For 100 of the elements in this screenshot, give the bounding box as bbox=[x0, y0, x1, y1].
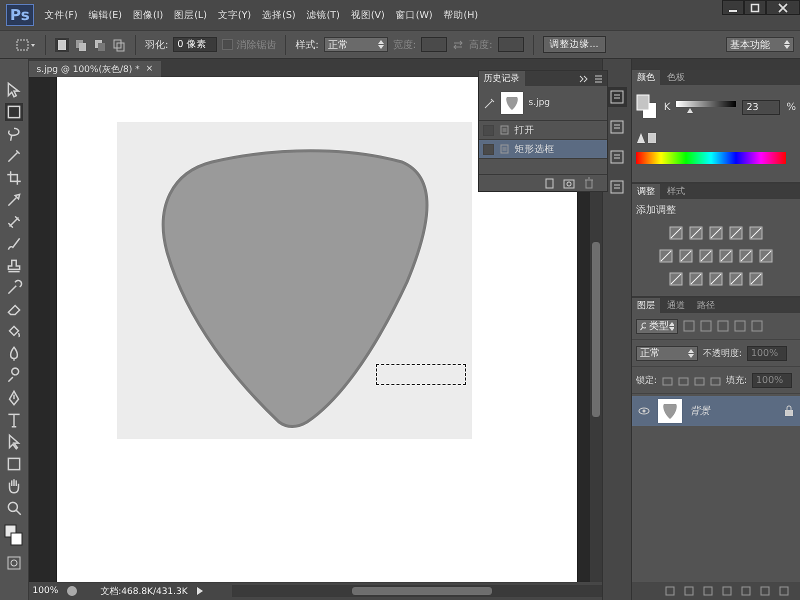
menu-item[interactable]: 图层(L) bbox=[174, 8, 207, 22]
collapse-icon[interactable] bbox=[578, 74, 589, 82]
updown-arrow-icon bbox=[688, 348, 694, 358]
quick-mask-icon[interactable] bbox=[6, 555, 22, 571]
blend-mode-dropdown[interactable]: 正常 bbox=[636, 346, 698, 360]
layer-action-icon[interactable] bbox=[778, 585, 790, 597]
channel-label: K bbox=[664, 102, 670, 112]
snapshot-thumbnail bbox=[500, 92, 523, 114]
zoom-tool-icon[interactable] bbox=[4, 499, 23, 517]
layer-action-icon[interactable] bbox=[664, 585, 676, 597]
document-tab[interactable]: s.jpg @ 100%(灰色/8) * × bbox=[28, 61, 162, 77]
marquee-tool-icon[interactable] bbox=[4, 103, 23, 121]
opacity-label: 不透明度: bbox=[702, 348, 742, 360]
marquee-preset-icon[interactable] bbox=[16, 38, 36, 52]
menu-item[interactable]: 帮助(H) bbox=[444, 8, 478, 22]
layer-action-icon[interactable] bbox=[721, 585, 733, 597]
height-field[interactable] bbox=[498, 37, 524, 52]
subtract-selection-icon[interactable] bbox=[93, 38, 107, 52]
filter-icon[interactable] bbox=[682, 320, 695, 332]
horizontal-scrollbar[interactable] bbox=[352, 587, 492, 595]
updown-arrow-icon bbox=[378, 40, 384, 49]
minimize-icon bbox=[729, 10, 737, 12]
intersect-selection-icon[interactable] bbox=[112, 38, 126, 52]
new-selection-icon[interactable] bbox=[55, 38, 69, 52]
panel-tab[interactable]: 历史记录 bbox=[478, 71, 525, 86]
trash-icon[interactable] bbox=[582, 177, 595, 189]
add-selection-icon[interactable] bbox=[74, 38, 88, 52]
workspace-dropdown[interactable]: 基本功能 bbox=[726, 37, 794, 52]
camera-icon[interactable] bbox=[562, 177, 575, 189]
layer-action-icon[interactable] bbox=[702, 585, 714, 597]
layer-action-icon[interactable] bbox=[759, 585, 771, 597]
close-button[interactable] bbox=[766, 0, 800, 15]
status-info-icon[interactable] bbox=[66, 585, 78, 597]
new-document-icon[interactable] bbox=[542, 177, 555, 189]
stamp-tool-icon[interactable] bbox=[4, 257, 23, 275]
crop-tool-icon[interactable] bbox=[4, 169, 23, 187]
move-tool-icon[interactable] bbox=[4, 81, 23, 99]
updown-arrow-icon bbox=[669, 322, 674, 330]
visibility-icon[interactable] bbox=[638, 406, 650, 416]
panel-tab[interactable]: 样式 bbox=[662, 184, 690, 199]
color-spectrum[interactable] bbox=[636, 152, 786, 164]
feather-label: 羽化: bbox=[145, 38, 168, 52]
minimize-button[interactable] bbox=[722, 0, 744, 15]
document-info: 文档:468.8K/431.3K bbox=[100, 586, 188, 598]
k-value-field[interactable]: 23 bbox=[742, 100, 780, 114]
zoom-level[interactable]: 100% bbox=[32, 586, 58, 596]
filter-icon[interactable] bbox=[716, 320, 729, 332]
style-label: 样式: bbox=[295, 38, 319, 52]
tab-close-button[interactable]: × bbox=[146, 64, 154, 74]
vertical-scrollbar[interactable] bbox=[592, 242, 600, 417]
menu-item[interactable]: 窗口(W) bbox=[396, 8, 433, 22]
history-item[interactable]: 矩形选框 bbox=[478, 140, 607, 159]
menu-item[interactable]: 文字(Y) bbox=[218, 8, 252, 22]
layer-row[interactable]: 背景 bbox=[632, 396, 800, 426]
color-swatches-icon[interactable] bbox=[636, 94, 658, 120]
gamut-warning-icon[interactable] bbox=[636, 132, 658, 144]
panel-tab[interactable]: 路径 bbox=[692, 298, 720, 313]
panel-heading: 添加调整 bbox=[634, 204, 677, 218]
lock-icon bbox=[784, 405, 794, 417]
k-slider[interactable] bbox=[676, 101, 736, 113]
layer-action-icon[interactable] bbox=[740, 585, 752, 597]
fill-field[interactable]: 100% bbox=[752, 372, 792, 388]
panel-tab[interactable]: 色板 bbox=[662, 70, 690, 85]
app-logo: Ps bbox=[6, 4, 34, 26]
menu-item[interactable]: 视图(V) bbox=[350, 8, 385, 22]
opacity-field[interactable]: 100% bbox=[746, 346, 787, 360]
percent-unit: % bbox=[786, 102, 796, 112]
menu-item[interactable]: 滤镜(T) bbox=[306, 8, 340, 22]
search-icon bbox=[640, 322, 646, 330]
status-menu-arrow-icon[interactable] bbox=[196, 586, 204, 596]
layer-action-icon[interactable] bbox=[683, 585, 695, 597]
panel-tab[interactable]: 调整 bbox=[632, 184, 660, 199]
layer-filter-dropdown[interactable]: 类型 bbox=[636, 318, 678, 334]
menu-item[interactable]: 编辑(E) bbox=[88, 8, 122, 22]
document-icon bbox=[500, 125, 509, 135]
filter-icon[interactable] bbox=[750, 320, 763, 332]
layer-name: 背景 bbox=[690, 404, 712, 418]
refine-edge-button[interactable]: 调整边缘... bbox=[542, 36, 606, 53]
feather-field[interactable]: 0 像素 bbox=[173, 37, 218, 52]
close-icon bbox=[778, 2, 788, 12]
layer-thumbnail bbox=[658, 399, 682, 423]
panel-tab[interactable]: 颜色 bbox=[632, 70, 660, 85]
history-brush-source-icon[interactable] bbox=[482, 97, 495, 109]
shape-tool-icon[interactable] bbox=[4, 455, 23, 473]
filter-icon[interactable] bbox=[700, 320, 712, 332]
filter-icon[interactable] bbox=[734, 320, 746, 332]
menu-item[interactable]: 图像(I) bbox=[132, 8, 164, 22]
maximize-icon bbox=[750, 2, 760, 12]
style-dropdown[interactable]: 正常 bbox=[324, 37, 388, 52]
document-icon bbox=[500, 144, 509, 154]
maximize-button[interactable] bbox=[744, 0, 766, 15]
fill-label: 填充: bbox=[726, 374, 748, 386]
snapshot-name[interactable]: s.jpg bbox=[528, 98, 550, 108]
panel-tab[interactable]: 图层 bbox=[632, 298, 660, 313]
width-field[interactable] bbox=[421, 37, 448, 52]
updown-arrow-icon bbox=[784, 40, 790, 49]
panel-tab[interactable]: 通道 bbox=[662, 298, 690, 313]
menu-item[interactable]: 选择(S) bbox=[262, 8, 296, 22]
lock-label: 锁定: bbox=[636, 374, 657, 386]
menu-item[interactable]: 文件(F) bbox=[44, 8, 78, 22]
